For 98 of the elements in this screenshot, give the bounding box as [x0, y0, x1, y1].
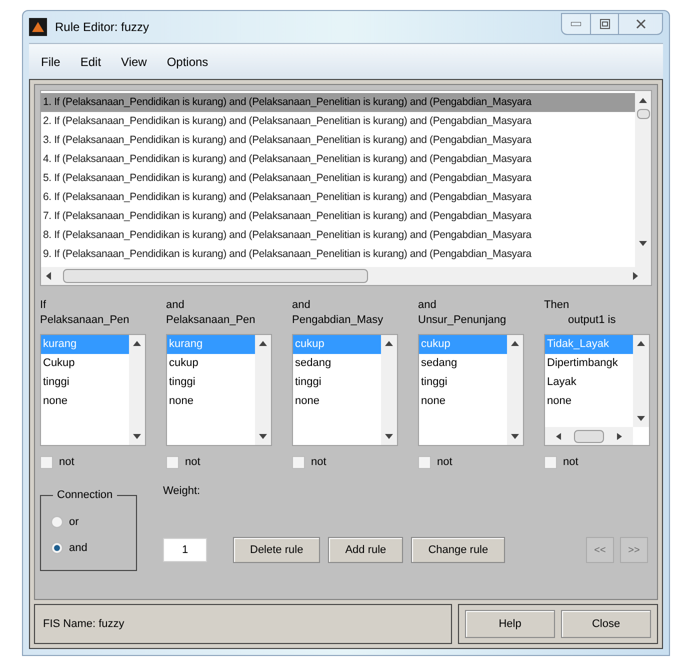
up-arrow-icon — [133, 341, 141, 346]
window-title: Rule Editor: fuzzy — [55, 19, 150, 36]
list-item[interactable]: Layak — [545, 373, 633, 392]
weight-field[interactable]: 1 — [163, 538, 207, 562]
left-arrow-icon — [45, 272, 51, 280]
up-arrow-icon — [511, 341, 519, 346]
list-item[interactable]: sedang — [293, 354, 381, 373]
down-arrow-icon — [639, 241, 647, 247]
vertical-scrollbar[interactable] — [633, 335, 649, 427]
footer-button[interactable]: Close — [561, 610, 651, 638]
radio-label: or — [69, 514, 79, 530]
rule-row[interactable]: 4. If (Pelaksanaan_Pendidikan is kurang) and (Pelaksanaan_Penelitian is kurang) and (Pengabdian_Masyara — [41, 150, 635, 169]
listbox[interactable]: kurang Cukup tinggi none — [40, 334, 146, 446]
right-arrow-icon — [633, 272, 639, 280]
menu-item[interactable]: Edit — [80, 52, 102, 70]
rule-row[interactable]: 8. If (Pelaksanaan_Pendidikan is kurang) and (Pelaksanaan_Penelitian is kurang) and (Pengabdian_Masyara — [41, 226, 635, 245]
vertical-scrollbar[interactable] — [255, 335, 271, 445]
list-item[interactable]: Cukup — [41, 354, 129, 373]
vertical-scrollbar[interactable] — [129, 335, 145, 445]
checkbox-label: not — [59, 455, 74, 470]
rule-row[interactable]: 3. If (Pelaksanaan_Pendidikan is kurang) and (Pelaksanaan_Penelitian is kurang) and (Pengabdian_Masyara — [41, 131, 635, 150]
column-prefix: and — [418, 298, 438, 313]
up-arrow-icon — [259, 341, 267, 346]
up-arrow-icon — [385, 341, 393, 346]
list-item[interactable]: none — [545, 392, 633, 411]
checkbox[interactable] — [418, 456, 431, 469]
list-item[interactable]: none — [419, 392, 507, 411]
right-arrow-icon — [617, 432, 622, 440]
down-arrow-icon — [133, 434, 141, 439]
down-arrow-icon — [511, 434, 519, 439]
rule-row[interactable]: 6. If (Pelaksanaan_Pendidikan is kurang) and (Pelaksanaan_Penelitian is kurang) and (Pengabdian_Masyara — [41, 188, 635, 207]
column-prefix: and — [292, 298, 312, 313]
checkbox[interactable] — [166, 456, 179, 469]
scroll-thumb[interactable] — [574, 430, 604, 442]
list-item[interactable]: tinggi — [167, 373, 255, 392]
column-prefix: and — [166, 298, 186, 313]
list-item[interactable]: tinggi — [41, 373, 129, 392]
variable-name: output1 is — [567, 313, 617, 328]
list-item[interactable]: cukup — [167, 354, 255, 373]
listbox[interactable]: cukup sedang tinggi none — [292, 334, 398, 446]
list-item[interactable]: none — [41, 392, 129, 411]
scroll-thumb[interactable] — [636, 109, 650, 119]
rule-row[interactable]: 7. If (Pelaksanaan_Pendidikan is kurang) and (Pelaksanaan_Penelitian is kurang) and (Pengabdian_Masyara — [41, 207, 635, 226]
scroll-thumb[interactable] — [63, 269, 368, 283]
variable-name: Pelaksanaan_Pen — [40, 313, 130, 328]
action-button[interactable]: Add rule — [328, 537, 404, 563]
weight-label: Weight: — [163, 484, 202, 498]
vertical-scrollbar[interactable] — [635, 91, 651, 267]
column-prefix: Then — [544, 298, 570, 313]
listbox[interactable]: kurang cukup tinggi none — [166, 334, 272, 446]
rule-row[interactable]: 1. If (Pelaksanaan_Pendidikan is kurang) and (Pelaksanaan_Penelitian is kurang) and (Pengabdian_Masyara — [41, 93, 635, 112]
app-icon — [29, 18, 47, 36]
vertical-scrollbar[interactable] — [381, 335, 397, 445]
menu-item[interactable]: View — [121, 52, 147, 70]
radio-button[interactable] — [51, 542, 63, 554]
footer-button[interactable]: Help — [465, 610, 555, 638]
list-item[interactable]: tinggi — [419, 373, 507, 392]
action-button[interactable]: Change rule — [411, 537, 506, 563]
listbox[interactable]: Tidak_Layak Dipertimbangk Layak none — [544, 334, 650, 446]
rule-row[interactable]: 5. If (Pelaksanaan_Pendidikan is kurang) and (Pelaksanaan_Penelitian is kurang) and (Pengabdian_Masyara — [41, 169, 635, 188]
up-arrow-icon — [639, 97, 647, 103]
list-item[interactable]: none — [293, 392, 381, 411]
minimize-icon — [571, 22, 581, 26]
variable-name: Pelaksanaan_Pen — [166, 313, 256, 328]
list-item[interactable]: sedang — [419, 354, 507, 373]
listbox[interactable]: cukup sedang tinggi none — [418, 334, 524, 446]
checkbox-label: not — [185, 455, 200, 470]
maximize-icon — [600, 19, 610, 29]
checkbox-label: not — [437, 455, 452, 470]
up-arrow-icon — [637, 341, 645, 346]
menu-item[interactable]: Options — [166, 52, 208, 70]
menu-item[interactable]: File — [41, 52, 60, 70]
radio-button[interactable] — [51, 516, 63, 528]
close-icon — [636, 19, 646, 29]
down-arrow-icon — [385, 434, 393, 439]
horizontal-scrollbar[interactable] — [41, 267, 651, 285]
checkbox[interactable] — [544, 456, 557, 469]
radio-label: and — [69, 541, 88, 556]
down-arrow-icon — [637, 416, 645, 421]
rule-list[interactable] — [40, 90, 652, 286]
rule-row[interactable]: 2. If (Pelaksanaan_Pendidikan is kurang) and (Pelaksanaan_Penelitian is kurang) and (Pengabdian_Masyara — [41, 112, 635, 131]
variable-name: Pengabdian_Masy — [292, 313, 384, 328]
checkbox[interactable] — [40, 456, 53, 469]
checkbox-label: not — [563, 455, 578, 470]
vertical-scrollbar[interactable] — [507, 335, 523, 445]
list-item[interactable]: tinggi — [293, 373, 381, 392]
horizontal-scrollbar[interactable] — [545, 427, 633, 445]
rule-row[interactable]: 9. If (Pelaksanaan_Pendidikan is kurang) and (Pelaksanaan_Penelitian is kurang) and (Pengabdian_Masyara — [41, 245, 635, 264]
checkbox-label: not — [311, 455, 326, 470]
column-prefix: If — [40, 298, 48, 313]
fis-name: FIS Name: fuzzy — [43, 616, 124, 632]
variable-name: Unsur_Penunjang — [418, 313, 508, 328]
down-arrow-icon — [259, 434, 267, 439]
list-item[interactable]: none — [167, 392, 255, 411]
checkbox[interactable] — [292, 456, 305, 469]
action-button[interactable]: Delete rule — [233, 537, 320, 563]
list-item[interactable]: Dipertimbangk — [545, 354, 633, 373]
left-arrow-icon — [556, 432, 561, 440]
